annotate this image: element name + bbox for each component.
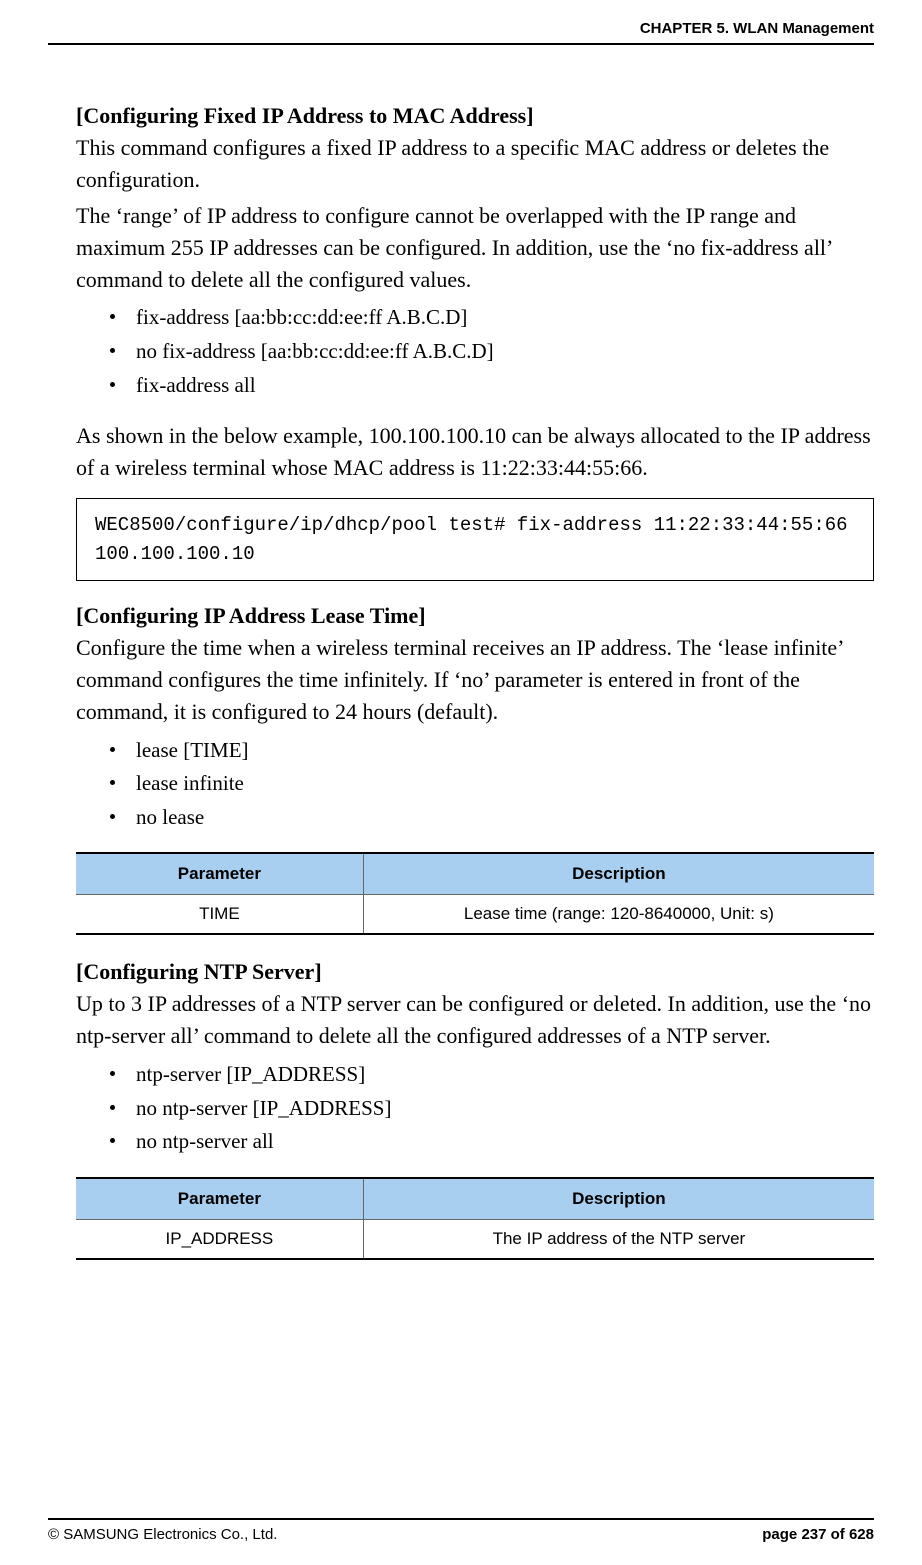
sec2-title: [Configuring IP Address Lease Time]: [76, 603, 874, 629]
table-row: IP_ADDRESS The IP address of the NTP ser…: [76, 1220, 874, 1260]
th-parameter: Parameter: [76, 853, 363, 895]
sec3-list: ntp-server [IP_ADDRESS] no ntp-server [I…: [76, 1058, 874, 1159]
sec2-table: Parameter Description TIME Lease time (r…: [76, 852, 874, 935]
list-item: no lease: [110, 801, 874, 835]
sec3-p1: Up to 3 IP addresses of a NTP server can…: [76, 988, 874, 1052]
th-parameter: Parameter: [76, 1178, 363, 1220]
list-item: ntp-server [IP_ADDRESS]: [110, 1058, 874, 1092]
page-footer: © SAMSUNG Electronics Co., Ltd. page 237…: [48, 1518, 874, 1543]
td-desc: The IP address of the NTP server: [363, 1220, 874, 1260]
sec1-list: fix-address [aa:bb:cc:dd:ee:ff A.B.C.D] …: [76, 301, 874, 402]
list-item: no ntp-server [IP_ADDRESS]: [110, 1092, 874, 1126]
page-header: CHAPTER 5. WLAN Management: [48, 20, 874, 45]
page-content: [Configuring Fixed IP Address to MAC Add…: [48, 103, 874, 1260]
td-param: IP_ADDRESS: [76, 1220, 363, 1260]
sec1-p3: As shown in the below example, 100.100.1…: [76, 420, 874, 484]
td-desc: Lease time (range: 120-8640000, Unit: s): [363, 895, 874, 935]
copyright: © SAMSUNG Electronics Co., Ltd.: [48, 1526, 277, 1543]
page-number: page 237 of 628: [762, 1526, 874, 1543]
sec1-p1: This command configures a fixed IP addre…: [76, 132, 874, 196]
list-item: fix-address [aa:bb:cc:dd:ee:ff A.B.C.D]: [110, 301, 874, 335]
th-description: Description: [363, 853, 874, 895]
list-item: fix-address all: [110, 369, 874, 403]
sec1-title: [Configuring Fixed IP Address to MAC Add…: [76, 103, 874, 129]
list-item: lease [TIME]: [110, 734, 874, 768]
sec2-list: lease [TIME] lease infinite no lease: [76, 734, 874, 835]
td-param: TIME: [76, 895, 363, 935]
sec3-table: Parameter Description IP_ADDRESS The IP …: [76, 1177, 874, 1260]
list-item: no fix-address [aa:bb:cc:dd:ee:ff A.B.C.…: [110, 335, 874, 369]
table-row: TIME Lease time (range: 120-8640000, Uni…: [76, 895, 874, 935]
list-item: lease infinite: [110, 767, 874, 801]
code-example: WEC8500/configure/ip/dhcp/pool test# fix…: [76, 498, 874, 581]
chapter-title: CHAPTER 5. WLAN Management: [640, 20, 874, 37]
sec3-title: [Configuring NTP Server]: [76, 959, 874, 985]
th-description: Description: [363, 1178, 874, 1220]
sec2-p1: Configure the time when a wireless termi…: [76, 632, 874, 728]
sec1-p2: The ‘range’ of IP address to configure c…: [76, 200, 874, 296]
list-item: no ntp-server all: [110, 1125, 874, 1159]
